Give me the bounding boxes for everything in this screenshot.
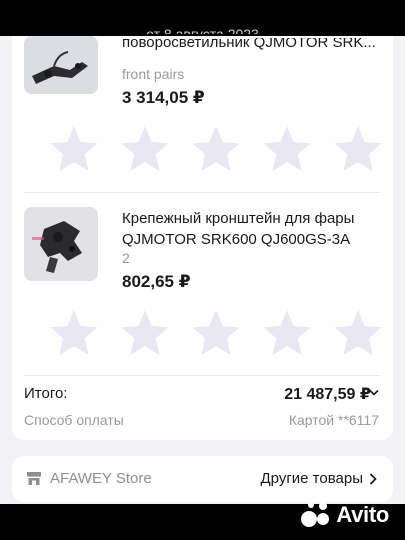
chevron-right-icon[interactable] (369, 473, 377, 485)
total-value[interactable]: 21 487,59 ₽ (284, 384, 371, 404)
item-price: 802,65 ₽ (122, 272, 191, 291)
star-icon[interactable] (332, 307, 384, 359)
divider (24, 192, 380, 193)
item-title-line1[interactable]: Крепежный кронштейн для фары (122, 208, 354, 229)
avito-logo-icon (301, 502, 330, 527)
payment-method-label: Способ оплаты (24, 412, 124, 428)
order-items-card: поворосветильник QJMOTOR SRK... front pa… (12, 24, 393, 440)
item-thumbnail[interactable] (24, 36, 98, 94)
star-icon[interactable] (48, 307, 100, 359)
item-title[interactable]: поворосветильник QJMOTOR SRK... (122, 38, 382, 54)
avito-brand-text: Avito (336, 502, 389, 527)
avito-watermark: Avito (300, 500, 389, 530)
star-icon[interactable] (190, 123, 242, 175)
order-date: от 8 августа 2023 (146, 26, 259, 34)
star-icon[interactable] (48, 123, 100, 175)
item-quantity: 2 (122, 250, 130, 266)
other-items-link[interactable]: Другие товары (260, 470, 363, 487)
star-icon[interactable] (119, 123, 171, 175)
chevron-down-icon[interactable] (369, 389, 379, 397)
star-icon[interactable] (332, 123, 384, 175)
store-name[interactable]: AFAWEY Store (50, 470, 152, 487)
star-icon[interactable] (119, 307, 171, 359)
item-title-line2[interactable]: QJMOTOR SRK600 QJ600GS-3A (122, 229, 350, 250)
item-thumbnail[interactable] (24, 207, 98, 281)
bracket-photo-icon (24, 207, 98, 281)
rating-stars (48, 123, 384, 175)
star-icon[interactable] (261, 123, 313, 175)
star-icon[interactable] (261, 307, 313, 359)
divider (24, 375, 380, 376)
turn-signal-photo-icon (24, 36, 98, 94)
item-variant: front pairs (122, 66, 185, 82)
rating-stars (48, 307, 384, 359)
store-card[interactable]: AFAWEY Store Другие товары (12, 456, 393, 502)
item-price: 3 314,05 ₽ (122, 88, 205, 107)
payment-method-value: Картой **6117 (288, 412, 379, 428)
star-icon[interactable] (190, 307, 242, 359)
total-label: Итого: (24, 385, 68, 402)
store-icon (27, 472, 41, 485)
order-details-screen: поворосветильник QJMOTOR SRK... front pa… (0, 0, 405, 540)
